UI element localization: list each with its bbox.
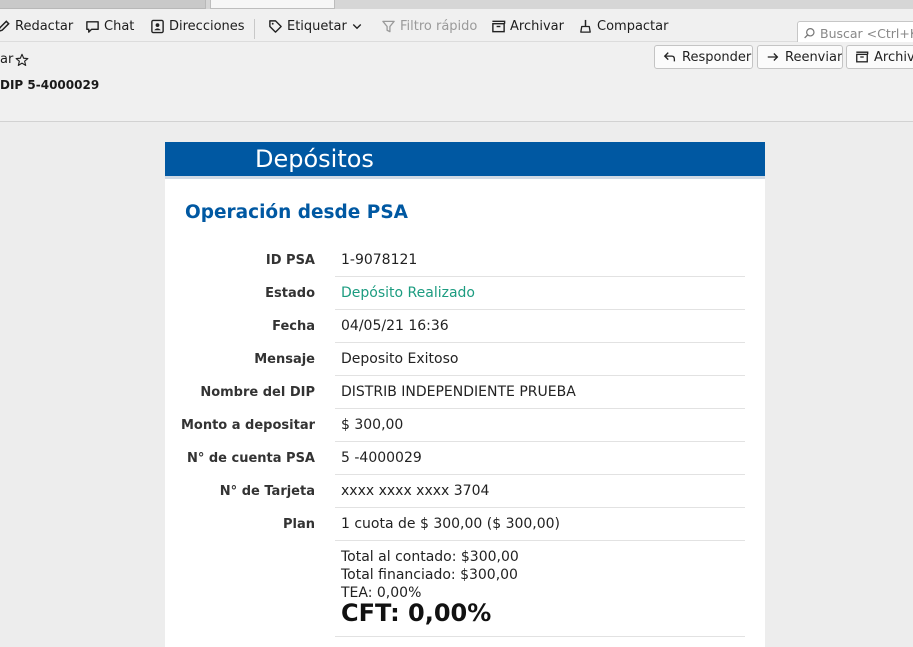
row-value: Deposito Exitoso — [341, 351, 459, 367]
detail-row-id-psa: ID PSA 1-9078121 — [165, 244, 765, 277]
total-cash: Total al contado: $300,00 — [341, 549, 519, 565]
detail-row-monto: Monto a depositar $ 300,00 — [165, 409, 765, 442]
row-value: 1 cuota de $ 300,00 ($ 300,00) — [341, 516, 561, 532]
tag-icon — [269, 19, 282, 33]
detail-row-nombre-dip: Nombre del DIP DISTRIB INDEPENDIENTE PRU… — [165, 376, 765, 409]
row-value: 04/05/21 16:36 — [341, 318, 449, 334]
forward-label: Reenviar — [785, 49, 843, 65]
reply-button[interactable]: Responder — [654, 45, 753, 69]
chat-label: Chat — [104, 18, 135, 34]
mail-toolbar: Redactar Chat Direcciones Etiquetar Filt… — [0, 9, 913, 46]
summary-divider — [335, 636, 745, 637]
star-icon[interactable] — [15, 53, 29, 67]
chat-bubble-icon — [86, 20, 99, 33]
from-field: ar — [0, 52, 29, 67]
email-card: Depósitos Operación desde PSA ID PSA 1-9… — [165, 142, 765, 647]
reply-label: Responder — [682, 49, 752, 65]
tab-strip — [0, 0, 913, 9]
search-icon — [804, 28, 815, 39]
address-book-icon — [151, 19, 164, 33]
payment-summary: Total al contado: $300,00 Total financia… — [341, 548, 519, 602]
email-banner: Depósitos — [165, 142, 765, 179]
addresses-label: Direcciones — [169, 18, 245, 34]
row-label: ID PSA — [265, 253, 315, 268]
banner-title: Depósitos — [255, 145, 374, 173]
status-value: Depósito Realizado — [341, 285, 475, 301]
chat-button[interactable]: Chat — [85, 16, 134, 36]
message-body: Depósitos Operación desde PSA ID PSA 1-9… — [0, 122, 913, 647]
detail-row-tarjeta: N° de Tarjeta xxxx xxxx xxxx 3704 — [165, 475, 765, 508]
row-value: DISTRIB INDEPENDIENTE PRUEBA — [341, 384, 576, 400]
row-value: 1-9078121 — [341, 252, 418, 268]
archive-toolbar-button[interactable]: Archivar — [491, 16, 564, 36]
compose-label: Redactar — [15, 18, 74, 34]
tag-button[interactable]: Etiquetar — [268, 16, 363, 36]
detail-row-mensaje: Mensaje Deposito Exitoso — [165, 343, 765, 376]
compose-button[interactable]: Redactar — [0, 16, 73, 36]
row-label: Plan — [282, 517, 315, 532]
row-value: 5 -4000029 — [341, 450, 422, 466]
tab-message[interactable] — [210, 0, 335, 9]
row-label: N° de Tarjeta — [219, 484, 315, 499]
archive-box-icon — [856, 51, 869, 63]
cft-rate: CFT: 0,00% — [341, 599, 492, 627]
total-financed: Total financiado: $300,00 — [341, 567, 518, 583]
detail-row-plan: Plan 1 cuota de $ 300,00 ($ 300,00) — [165, 508, 765, 541]
chevron-down-icon — [352, 24, 362, 30]
pencil-icon — [0, 19, 10, 32]
addresses-button[interactable]: Direcciones — [150, 16, 245, 36]
detail-row-fecha: Fecha 04/05/21 16:36 — [165, 310, 765, 343]
row-label: Monto a depositar — [180, 418, 315, 433]
archive-box-icon — [492, 20, 506, 32]
compact-label: Compactar — [597, 18, 669, 34]
row-label: Estado — [265, 286, 315, 301]
tag-label: Etiquetar — [287, 18, 347, 34]
quick-filter-button[interactable]: Filtro rápido — [381, 16, 477, 36]
row-label: Fecha — [272, 319, 315, 334]
section-title: Operación desde PSA — [185, 202, 408, 223]
row-label: N° de cuenta PSA — [186, 451, 315, 466]
row-divider — [335, 540, 745, 541]
archive-header-button[interactable]: Archivar — [846, 45, 913, 69]
filter-icon — [382, 20, 395, 32]
broom-icon — [580, 19, 591, 33]
row-value: $ 300,00 — [341, 417, 404, 433]
detail-row-estado: Estado Depósito Realizado — [165, 277, 765, 310]
archive-header-label: Archivar — [874, 49, 913, 65]
detail-row-cuenta: N° de cuenta PSA 5 -4000029 — [165, 442, 765, 475]
message-header: ar DIP 5-4000029 Responder Reenviar Arch… — [0, 42, 913, 122]
forward-button[interactable]: Reenviar — [757, 45, 843, 69]
search-placeholder: Buscar <Ctrl+K> — [820, 26, 913, 41]
row-value: xxxx xxxx xxxx 3704 — [341, 483, 490, 499]
quick-filter-label: Filtro rápido — [400, 18, 478, 34]
row-label: Nombre del DIP — [200, 385, 315, 400]
reply-icon — [663, 52, 676, 62]
from-text: ar — [0, 52, 14, 67]
forward-icon — [767, 53, 779, 61]
toolbar-separator — [254, 19, 255, 39]
compact-button[interactable]: Compactar — [578, 16, 668, 36]
tab-inbox[interactable] — [0, 0, 206, 9]
row-label: Mensaje — [254, 352, 315, 367]
subject-text: DIP 5-4000029 — [0, 78, 100, 92]
archive-toolbar-label: Archivar — [510, 18, 564, 34]
